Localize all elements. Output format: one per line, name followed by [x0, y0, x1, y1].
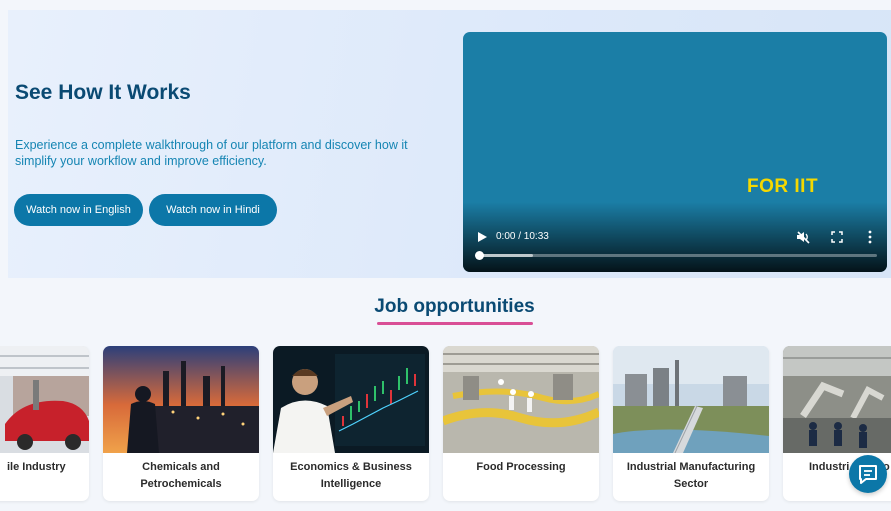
- job-card-economics[interactable]: Economics & Business Intelligence: [273, 346, 429, 501]
- video-overlay-text: FOR IIT: [747, 176, 819, 197]
- food-factory-image: [443, 346, 599, 453]
- job-card-label: ile Industry: [7, 461, 66, 473]
- hero-title: See How It Works: [15, 81, 191, 104]
- job-card-label: Chemicals and Petrochemicals: [140, 461, 222, 490]
- mute-icon[interactable]: [796, 230, 810, 244]
- job-cards-carousel[interactable]: ile Industry Chemicals and Petrochemical…: [0, 346, 891, 506]
- robotics-factory-image: [783, 346, 891, 453]
- job-card-food[interactable]: Food Processing: [443, 346, 599, 501]
- job-opportunities-title: Job opportunities: [374, 296, 535, 317]
- trading-screen-image: [273, 346, 429, 453]
- video-player[interactable]: FOR IIT 0:00 / 10:33: [463, 32, 887, 272]
- watch-english-button[interactable]: Watch now in English: [14, 194, 143, 226]
- video-buffered: [477, 254, 533, 257]
- job-card-chemicals[interactable]: Chemicals and Petrochemicals: [103, 346, 259, 501]
- chat-icon: [859, 465, 877, 484]
- job-card-label: Food Processing: [476, 461, 566, 473]
- job-card-industrial-manufacturing[interactable]: Industrial Manufacturing Sector: [613, 346, 769, 501]
- job-card-label: Industrial Manufacturing Sector: [626, 461, 756, 490]
- industrial-plant-image: [613, 346, 769, 453]
- job-card-label: Economics & Business Intelligence: [290, 461, 412, 490]
- car-factory-image: [0, 346, 89, 453]
- hero-description: Experience a complete walkthrough of our…: [15, 138, 408, 168]
- watch-hindi-button[interactable]: Watch now in Hindi: [149, 194, 277, 226]
- petrochemical-plant-image: [103, 346, 259, 453]
- chat-button[interactable]: [849, 455, 887, 493]
- video-progress-bar[interactable]: [475, 251, 877, 260]
- title-underline: [377, 322, 533, 325]
- video-scrubber-knob[interactable]: [475, 251, 484, 260]
- job-card-automobile[interactable]: ile Industry: [0, 346, 89, 501]
- more-options-icon[interactable]: [867, 230, 873, 244]
- play-icon[interactable]: [476, 231, 488, 243]
- video-time: 0:00 / 10:33: [496, 231, 549, 242]
- fullscreen-icon[interactable]: [831, 231, 843, 243]
